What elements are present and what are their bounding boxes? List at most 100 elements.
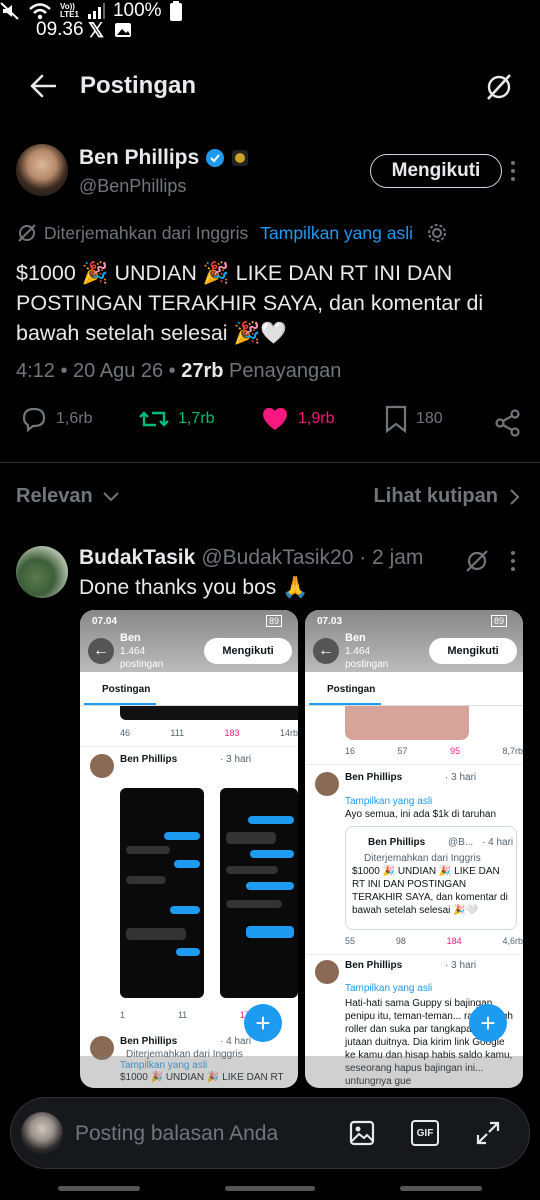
reply-input[interactable]: Posting balasan Anda	[75, 1122, 278, 1146]
chat-bubble	[176, 948, 200, 956]
following-button[interactable]: Mengikuti	[370, 154, 502, 188]
img2-battery: 89	[491, 615, 508, 627]
views-label: Penayangan	[223, 360, 342, 382]
like-count: 1,9rb	[298, 410, 335, 427]
img1-battery: 89	[266, 615, 283, 627]
nav-home[interactable]	[225, 1186, 315, 1191]
img2-avatar	[315, 772, 339, 796]
chat-bubble	[126, 846, 170, 854]
img2-stats-mid: 55 98 184 4,6rb	[345, 936, 523, 946]
chat-bubble	[246, 926, 294, 938]
img2-divider	[305, 764, 523, 765]
expand-icon[interactable]	[475, 1120, 501, 1146]
view-quotes-link[interactable]: Lihat kutipan	[374, 485, 520, 508]
img2-q-handle: @B...	[448, 837, 474, 848]
show-original-link[interactable]: Tampilkan yang asli	[260, 223, 413, 244]
chat-bubble	[248, 816, 294, 824]
heart-icon	[263, 407, 287, 430]
img2-name: Ben	[345, 632, 366, 644]
reply-more-icon[interactable]	[510, 550, 516, 572]
share-icon[interactable]	[494, 409, 522, 437]
img2-q-name: Ben Phillips	[368, 837, 426, 848]
image-icon[interactable]	[349, 1120, 375, 1146]
reply-composer[interactable]: Posting balasan Anda GIF	[10, 1097, 530, 1169]
settings-gear-icon[interactable]	[427, 223, 447, 243]
img2-quote-card: Ben Phillips @B... · 4 hari Diterjemahka…	[345, 826, 517, 930]
img1-back-icon: ←	[88, 638, 114, 664]
reply-image-1[interactable]: 07.04 89 ← Ben 1.464 postingan Mengikuti…	[80, 610, 298, 1088]
verified-icon	[206, 149, 225, 167]
img1-avatar	[90, 754, 114, 778]
views-count: 27rb	[181, 360, 224, 382]
repost-icon	[139, 411, 169, 427]
img1-post2-name: Ben Phillips	[120, 1036, 178, 1047]
signal-icon	[87, 3, 105, 19]
reply-button[interactable]: 1,6rb	[20, 405, 92, 433]
tweet-meta: 4:12 • 20 Agu 26 • 27rb Penayangan	[16, 360, 341, 383]
chevron-right-icon	[510, 488, 520, 505]
chat-bubble	[226, 866, 278, 874]
reply-count: 1,6rb	[56, 410, 93, 427]
battery-percent: 100%	[112, 0, 162, 21]
img2-back-icon: ←	[313, 638, 339, 664]
wifi-icon	[29, 3, 51, 20]
img2-stat: 16	[345, 746, 356, 756]
page-title: Postingan	[80, 72, 197, 99]
img1-stats-top: 46 111 183 14rb	[120, 728, 298, 738]
author-handle: @BenPhillips	[79, 176, 187, 196]
nav-back[interactable]	[400, 1186, 482, 1191]
my-avatar	[21, 1112, 63, 1154]
repost-button[interactable]: 1,7rb	[138, 405, 214, 433]
like-button[interactable]: 1,9rb	[260, 405, 334, 433]
img2-follow: Mengikuti	[429, 638, 517, 664]
translation-row: Diterjemahkan dari Inggris Tampilkan yan…	[16, 222, 447, 244]
x-logo-icon: 𝕏	[88, 20, 105, 42]
img2-p1-show: Tampilkan yang asli	[345, 796, 433, 807]
gif-button[interactable]: GIF	[411, 1120, 439, 1146]
img2-stat: 55	[345, 936, 356, 946]
grok-icon[interactable]	[484, 72, 514, 102]
status-bar: 09.36 𝕏 Vo)) LTE1 100%	[0, 0, 540, 60]
img2-p2-name: Ben Phillips	[345, 960, 403, 971]
quotes-label: Lihat kutipan	[373, 485, 498, 507]
img1-stat: 11	[177, 1010, 188, 1020]
back-arrow-icon[interactable]	[30, 74, 56, 98]
reply-avatar[interactable]	[16, 546, 68, 598]
img2-tab-indicator	[309, 703, 381, 705]
battery-icon	[169, 1, 182, 21]
img2-p1-time: · 3 hari	[445, 772, 477, 783]
img1-stat: 111	[170, 728, 185, 738]
img1-count: 1.464	[120, 646, 146, 657]
author-name-row: Ben Phillips	[79, 146, 249, 170]
repost-count: 1,7rb	[178, 410, 215, 427]
divider	[0, 462, 540, 463]
chevron-down-icon	[103, 491, 119, 501]
img1-tab-label: Postingan	[102, 684, 151, 695]
img1-tab-indicator	[84, 703, 156, 705]
tweet-time: 4:12 • 20 Agu 26 •	[16, 360, 182, 382]
img2-time: 07.03	[317, 616, 343, 627]
img2-stat: 4,6rb	[502, 936, 523, 946]
img1-stat: 46	[120, 728, 131, 738]
chat-bubble	[250, 850, 294, 858]
reply-image-2[interactable]: 07.03 89 ← Ben 1.464 postingan Mengikuti…	[305, 610, 523, 1088]
img2-p1-text: Ayo semua, ini ada $1k di taruhan	[345, 809, 497, 820]
img1-post-time: · 3 hari	[220, 754, 252, 765]
sort-label: Relevan	[16, 485, 93, 507]
more-options-icon[interactable]	[510, 160, 516, 182]
img2-media	[345, 706, 469, 740]
bookmark-count: 180	[416, 410, 443, 427]
author-avatar[interactable]	[16, 144, 68, 196]
tweet-actions: 1,6rb 1,7rb 1,9rb 180	[0, 405, 540, 445]
reply-header: BudakTasik @BudakTasik20 · 2 jam	[79, 546, 423, 570]
reply-author-name[interactable]: BudakTasik	[79, 546, 195, 570]
author-name[interactable]: Ben Phillips	[79, 146, 199, 170]
sort-relevant-dropdown[interactable]: Relevan	[16, 485, 119, 508]
img2-nav-overlay	[305, 1056, 523, 1088]
nav-recents[interactable]	[58, 1186, 140, 1191]
translation-note: Diterjemahkan dari Inggris	[44, 222, 249, 243]
reply-grok-icon[interactable]	[464, 548, 490, 574]
bookmark-button[interactable]: 180	[384, 405, 443, 433]
chat-bubble	[226, 900, 282, 908]
img1-follow: Mengikuti	[204, 638, 292, 664]
